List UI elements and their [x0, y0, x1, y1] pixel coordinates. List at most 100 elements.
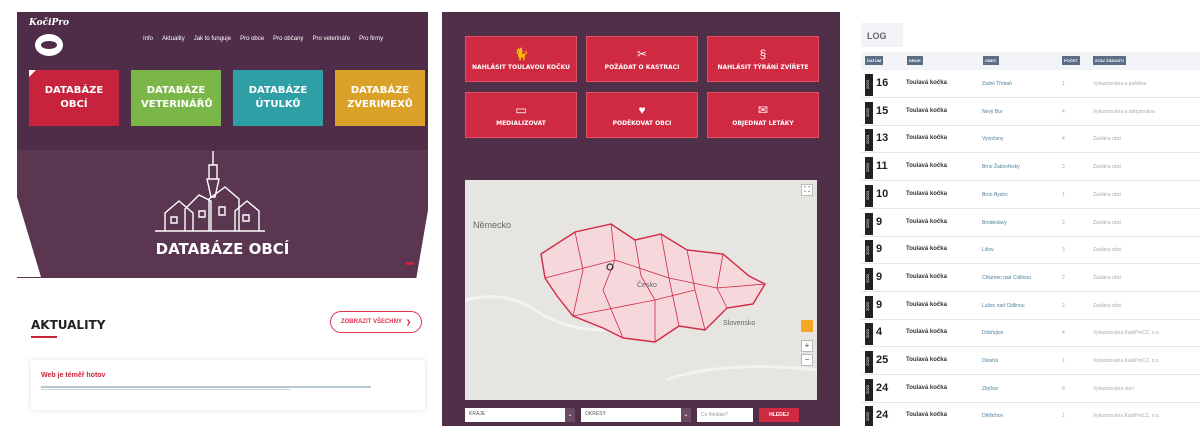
row-obec-link[interactable]: Dobřejice — [982, 330, 1003, 336]
database-tile[interactable]: DATABÁZE VETERINÁŘŮ — [131, 70, 221, 126]
row-day: 9 — [876, 243, 883, 256]
table-row[interactable]: 2020 15 Toulavá kočka Nový Bor 4 Vykastrována… — [861, 100, 1200, 126]
row-day: 13 — [876, 132, 889, 145]
row-status: Zaslána obci — [1093, 274, 1122, 281]
street-view-icon[interactable] — [801, 320, 813, 332]
table-row[interactable]: 2020 4 Toulavá kočka Dobřejice 4 Vykastrována… — [861, 321, 1200, 348]
row-type: Toulavá kočka — [906, 135, 947, 142]
row-obec-link[interactable]: Dlouhá — [982, 358, 998, 364]
zoom-in-button[interactable]: + — [801, 340, 813, 352]
action-button[interactable]: ✉ OBJEDNAT LETÁKY — [707, 92, 819, 138]
table-row[interactable]: 2020 25 Toulavá kočka Dlouhá 1 Vykastrována K… — [861, 349, 1200, 375]
row-count: 2 — [1062, 302, 1065, 309]
row-obec-link[interactable]: Zbýšov — [982, 386, 998, 392]
row-obec-link[interactable]: Brno Bystrc — [982, 192, 1008, 198]
action-button[interactable]: ✂ POŽÁDAT O KASTRACI — [586, 36, 698, 82]
row-obec-link[interactable]: Brodeslavy — [982, 220, 1007, 226]
table-row[interactable]: 2020 9 Toulavá kočka Lužec nad Cidlinou 2 Zas… — [861, 294, 1200, 320]
region-map[interactable]: Německo Česko Slovensko ⛶ + − — [465, 180, 817, 400]
database-tile[interactable]: DATABÁZE ÚTULKŮ — [233, 70, 323, 126]
database-tile-label: DATABÁZE ÚTULKŮ — [248, 85, 308, 110]
tile-corner-mark — [29, 70, 36, 77]
action-button-label: NAHLÁSIT TOULAVOU KOČKU — [472, 63, 570, 71]
row-obec-link[interactable]: Nový Bor — [982, 109, 1003, 115]
row-year: 2020 — [865, 184, 873, 207]
fullscreen-icon[interactable]: ⛶ — [801, 184, 813, 196]
row-obec-link[interactable]: Dětřichov — [982, 413, 1003, 419]
action-button-label: OBJEDNAT LETÁKY — [732, 119, 794, 127]
table-row[interactable]: 2020 9 Toulavá kočka Chlumec nad Cidlinou 2 Z… — [861, 266, 1200, 292]
nav-item[interactable]: Pro obce — [240, 36, 264, 42]
okresy-select-value: OKRESY — [585, 411, 606, 417]
kraje-select[interactable]: KRAJE ⌄ — [465, 408, 575, 422]
row-type: Toulavá kočka — [906, 246, 947, 253]
row-day: 24 — [876, 381, 889, 394]
row-year: 2020 — [865, 129, 873, 152]
row-type: Toulavá kočka — [906, 329, 947, 336]
row-status: Vykastrována a adoptována — [1093, 108, 1155, 115]
row-day: 11 — [876, 160, 888, 173]
zoom-out-button[interactable]: − — [801, 354, 813, 366]
log-column-header: DRUH — [907, 56, 923, 65]
table-row[interactable]: 2020 11 Toulavá kočka Brno Žabovřesky 3 Zaslá… — [861, 155, 1200, 182]
slider-indicator[interactable] — [406, 262, 414, 265]
okresy-select[interactable]: OKRESY ⌄ — [581, 408, 691, 422]
search-input[interactable]: Co hledáte? — [697, 408, 753, 422]
table-row[interactable]: 2020 9 Toulavá kočka Lišov 3 Zaslána obci — [861, 238, 1200, 265]
row-count: 1 — [1062, 413, 1065, 420]
row-count: 8 — [1062, 385, 1065, 392]
row-obec-link[interactable]: Zadní Třebaň — [982, 81, 1012, 87]
row-status: Vykastrována a puštěna — [1093, 81, 1147, 87]
database-tile[interactable]: DATABÁZE ZVERIMEXŮ — [335, 70, 425, 126]
row-obec-link[interactable]: Lišov — [982, 247, 994, 253]
table-row[interactable]: 2020 10 Toulavá kočka Brno Bystrc 1 Zaslána o… — [861, 183, 1200, 209]
row-status: Zaslána obci — [1093, 247, 1122, 254]
scissors-icon: ✂ — [636, 46, 648, 61]
logo-text: KočiPro — [29, 18, 70, 28]
row-obec-link[interactable]: Lužec nad Cidlinou — [982, 303, 1025, 309]
news-item-title[interactable]: Web je téměř hotov — [41, 372, 105, 379]
row-day: 10 — [876, 187, 889, 200]
table-row[interactable]: 2020 16 Toulavá kočka Zadní Třebaň 1 Vykastro… — [861, 72, 1200, 98]
action-button[interactable]: ♥ PODĚKOVAT OBCI — [586, 92, 698, 138]
row-year: 2020 — [865, 323, 873, 346]
row-type: Toulavá kočka — [906, 218, 947, 225]
show-all-label: ZOBRAZIT VŠECHNY — [340, 319, 402, 325]
row-count: 1 — [1062, 81, 1065, 87]
news-item-excerpt — [41, 389, 291, 390]
row-type: Toulavá kočka — [906, 412, 947, 419]
database-tile[interactable]: DATABÁZE OBCÍ — [29, 70, 119, 126]
action-button[interactable]: 🐈 NAHLÁSIT TOULAVOU KOČKU — [465, 36, 577, 82]
nav-item[interactable]: Info — [143, 36, 153, 42]
nav-item[interactable]: Pro firmy — [359, 36, 383, 42]
nav-item[interactable]: Pro veterináře — [312, 36, 350, 42]
kraje-select-value: KRAJE — [469, 411, 486, 417]
table-row[interactable]: 2020 24 Toulavá kočka Zbýšov 8 Vykastrována o… — [861, 377, 1200, 403]
row-count: 2 — [1062, 219, 1065, 226]
row-status: Zaslána obci — [1093, 136, 1122, 143]
action-button[interactable]: § NAHLÁSIT TÝRÁNÍ ZVÍŘETE — [707, 36, 819, 82]
action-button[interactable]: ▭ MEDIALIZOVAT — [465, 92, 577, 138]
row-obec-link[interactable]: Brno Žabovřesky — [982, 164, 1020, 170]
log-title: LOG — [861, 23, 903, 47]
row-year: 2020 — [865, 378, 873, 401]
decor-corner — [416, 210, 428, 280]
show-all-news-button[interactable]: ZOBRAZIT VŠECHNY ❯ — [330, 311, 422, 333]
nav-item[interactable]: Jak to funguje — [194, 36, 231, 42]
row-obec-link[interactable]: Vysočany — [982, 136, 1004, 142]
nav-item[interactable]: Pro občany — [273, 36, 303, 42]
row-status: Zaslána obci — [1093, 191, 1122, 198]
row-type: Toulavá kočka — [906, 107, 947, 114]
row-year: 2020 — [865, 74, 873, 96]
table-row[interactable]: 2020 13 Toulavá kočka Vysočany 4 Zaslána obci — [861, 127, 1200, 154]
row-status: Vykastrována KastProCZ, o.s. — [1093, 330, 1160, 337]
table-row[interactable]: 2020 24 Toulavá kočka Dětřichov 1 Vykastrován… — [861, 404, 1200, 426]
search-button[interactable]: HLEDEJ — [759, 408, 799, 422]
table-row[interactable]: 2020 9 Toulavá kočka Brodeslavy 2 Zaslána obc… — [861, 211, 1200, 237]
nav-item[interactable]: Aktuality — [162, 36, 185, 42]
site-logo[interactable]: KočiPro — [29, 18, 69, 60]
row-obec-link[interactable]: Chlumec nad Cidlinou — [982, 275, 1031, 281]
news-item[interactable]: Web je téměř hotov — [31, 360, 425, 410]
news-item-excerpt — [41, 386, 371, 388]
hero-section: KočiPro Info Aktuality Jak to funguje Pro o… — [17, 12, 428, 280]
